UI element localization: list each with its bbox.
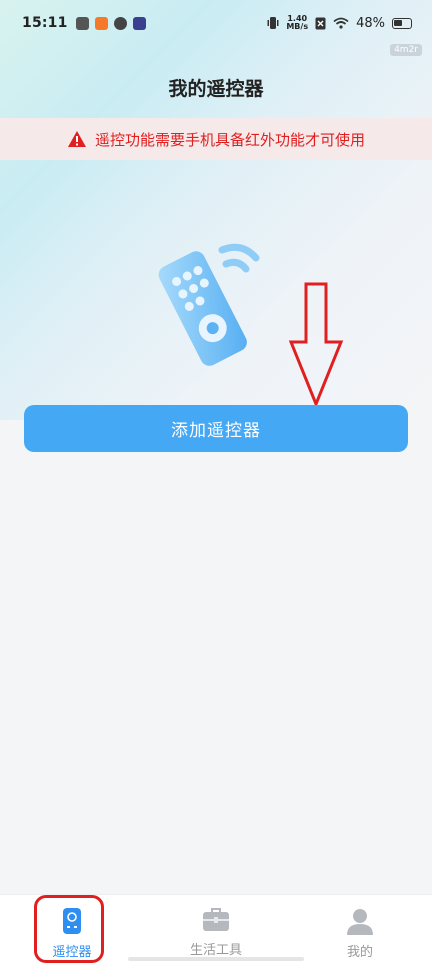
battery-icon	[392, 17, 412, 29]
status-time: 15:11	[22, 15, 68, 31]
watermark-label: 4m2r	[390, 44, 422, 56]
network-speed: 1.40 MB/s	[286, 15, 308, 31]
home-indicator[interactable]	[128, 957, 304, 961]
bottom-nav: 遥控器 生活工具 我的	[0, 894, 432, 964]
nav-item-mine[interactable]: 我的	[288, 895, 432, 964]
nav-label-life-tools: 生活工具	[189, 943, 242, 958]
vibrate-icon	[267, 17, 279, 29]
page-title: 我的遥控器	[168, 78, 264, 100]
network-speed-unit: MB/s	[286, 22, 309, 31]
remote-icon	[63, 908, 81, 934]
nav-label-remote: 遥控器	[52, 945, 92, 960]
remote-illustration	[158, 243, 260, 366]
battery-percent: 48%	[356, 15, 385, 31]
nav-label-mine: 我的	[346, 945, 373, 960]
warning-banner: 遥控功能需要手机具备红外功能才可使用	[0, 118, 432, 160]
video-app-icon	[132, 16, 146, 30]
warning-text: 遥控功能需要手机具备红外功能才可使用	[94, 130, 365, 149]
wifi-icon	[333, 17, 349, 29]
app-notification-icon	[94, 16, 108, 30]
annotation-down-arrow	[288, 282, 344, 408]
no-sim-icon	[315, 17, 326, 29]
status-bar: 15:11 1.40 MB/s 48%	[0, 0, 432, 46]
person-icon	[347, 909, 373, 935]
notification-icons	[75, 16, 146, 30]
message-icon	[75, 16, 89, 30]
nav-item-remote[interactable]: 遥控器	[0, 895, 144, 964]
toolbox-icon	[203, 908, 229, 931]
link-icon	[113, 16, 127, 30]
nav-item-life-tools[interactable]: 生活工具	[144, 895, 288, 964]
add-remote-button[interactable]: 添加遥控器	[24, 405, 408, 452]
warning-icon	[67, 131, 86, 147]
status-right: 1.40 MB/s 48%	[267, 15, 412, 31]
